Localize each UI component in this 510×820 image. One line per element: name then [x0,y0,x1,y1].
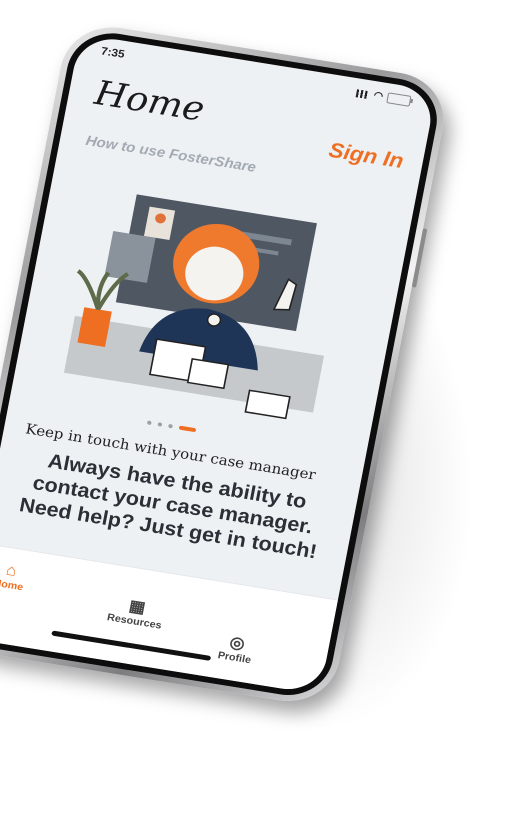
case-manager-illustration [63,194,325,420]
carousel-dot[interactable] [146,420,152,426]
carousel-dots[interactable] [146,420,197,433]
status-time: 7:35 [99,45,126,61]
tab-resources[interactable]: ▦ Resources [106,595,166,632]
tab-profile-label: Profile [216,650,252,667]
tab-home-label: Home [0,577,25,594]
carousel-dot[interactable] [157,422,163,427]
sign-in-button[interactable]: Sign In [327,139,406,174]
signal-icon [355,88,371,99]
tab-profile[interactable]: ◎ Profile [216,633,256,667]
wifi-icon: ◠ [372,90,385,103]
user-icon: ◎ [228,633,247,654]
page-subtitle: How to use FosterShare [84,131,258,175]
battery-icon [386,92,412,107]
device-scene: 7:35 ◠ Home Sign In How to use FosterSha… [0,0,510,820]
page-title: Home [91,73,208,130]
home-icon: ⌂ [4,561,18,581]
tab-home[interactable]: ⌂ Home [0,560,28,594]
carousel-dot-active[interactable] [178,425,197,433]
carousel-dot[interactable] [168,423,173,429]
status-icons: ◠ [355,87,412,107]
